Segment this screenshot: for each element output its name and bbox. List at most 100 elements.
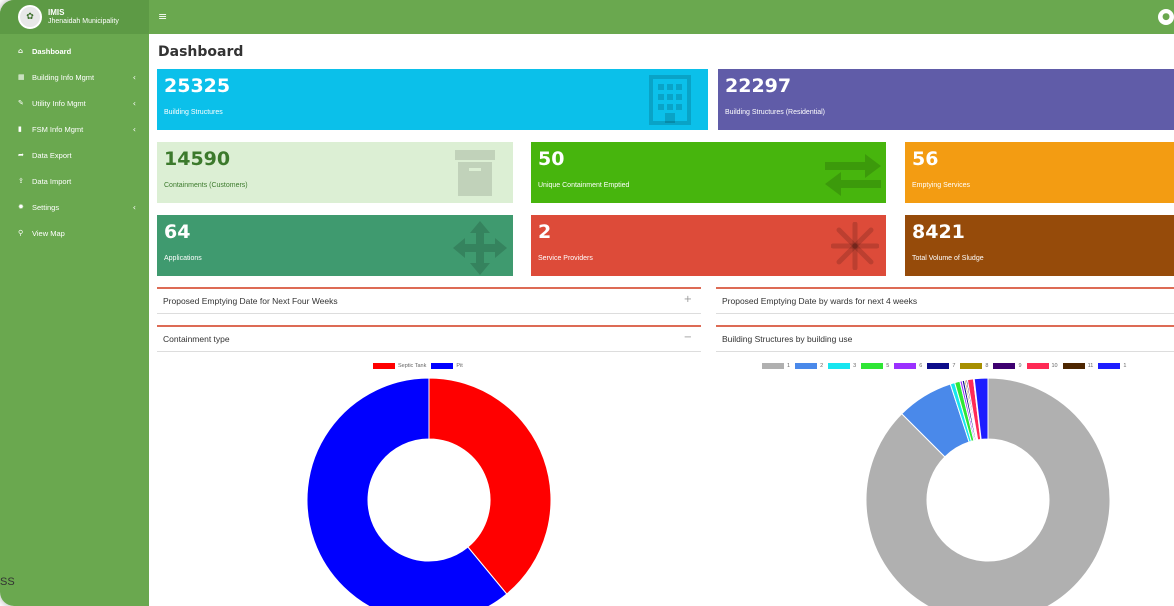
stat-box-building-structures: 25325 Building Structures <box>157 69 708 130</box>
sidebar-item-label: Utility Info Mgmt <box>32 98 86 108</box>
panel-building-use: Building Structures by building use <box>716 325 1174 352</box>
user-icon[interactable]: ● <box>1158 9 1174 25</box>
sidebar-item-data-export[interactable]: ➦ Data Export <box>0 142 149 168</box>
legend-item[interactable]: 8 <box>960 363 988 369</box>
legend-item[interactable]: 11 <box>1062 363 1094 369</box>
panel-title: Proposed Emptying Date by wards for next… <box>722 296 918 306</box>
legend-swatch <box>762 363 784 369</box>
gear-icon: ✹ <box>18 203 24 211</box>
stat-value: 14590 <box>164 148 231 170</box>
stat-value: 56 <box>912 148 939 170</box>
top-navbar: ≡ ● <box>149 0 1174 34</box>
panel-proposed-by-wards: Proposed Emptying Date by wards for next… <box>716 287 1174 314</box>
legend-item[interactable]: 6 <box>894 363 922 369</box>
wrench-icon: ✎ <box>18 99 24 107</box>
stat-value: 25325 <box>164 75 231 97</box>
legend-swatch <box>373 363 395 369</box>
legend-item[interactable]: Septic Tank <box>373 363 426 369</box>
stat-box-total-volume-sludge: 8421 Total Volume of Sludge <box>905 215 1174 276</box>
legend-swatch <box>828 363 851 369</box>
legend-label: 6 <box>919 363 923 369</box>
sidebar-item-label: Building Info Mgmt <box>32 72 95 82</box>
sidebar-item-view-map[interactable]: ⚲ View Map <box>0 220 149 246</box>
legend-swatch <box>795 363 818 369</box>
brand-subtitle: Jhenaidah Municipality <box>48 18 119 25</box>
legend-label: 9 <box>1018 363 1022 369</box>
collapse-button[interactable]: − <box>684 332 692 343</box>
legend-label: 1 <box>1123 363 1127 369</box>
brand-text: IMIS Jhenaidah Municipality <box>48 8 119 26</box>
legend-item[interactable]: 7 <box>927 363 955 369</box>
stat-box-unique-containment-emptied: 50 Unique Containment Emptied <box>531 142 886 203</box>
chevron-left-icon: ‹ <box>132 202 136 212</box>
stat-box-applications: 64 Applications <box>157 215 513 276</box>
legend-label: 10 <box>1051 363 1058 369</box>
chart-legend-containment: Septic Tank Pit <box>373 363 468 369</box>
share-icon: ➦ <box>18 151 24 159</box>
panel-title: Building Structures by building use <box>722 334 853 344</box>
chart-legend-building-use: 1 2 3 5 6 7 8 9 10 11 1 <box>762 363 1131 369</box>
legend-label: 2 <box>820 363 824 369</box>
chevron-left-icon: ‹ <box>132 72 136 82</box>
brand-title: IMIS <box>48 8 65 17</box>
panel-proposed-four-weeks: Proposed Emptying Date for Next Four Wee… <box>157 287 701 314</box>
legend-item[interactable]: 9 <box>993 363 1022 369</box>
stat-label: Unique Containment Emptied <box>538 182 630 189</box>
building-icon <box>649 75 691 125</box>
stat-box-emptying-services: 56 Emptying Services <box>905 142 1174 203</box>
page-title: Dashboard <box>158 44 244 60</box>
sidebar-item-label: FSM Info Mgmt <box>32 124 84 134</box>
legend-item[interactable]: Pit <box>431 363 463 369</box>
sidebar-item-label: Data Export <box>32 150 72 160</box>
home-icon: ⌂ <box>18 47 24 55</box>
sidebar-item-utility-info[interactable]: ✎ Utility Info Mgmt ‹ <box>0 90 149 116</box>
move-arrows-icon <box>453 221 507 275</box>
panel-containment-type: Containment type − <box>157 325 701 352</box>
legend-label: 1 <box>787 363 791 369</box>
sidebar: ✿ IMIS Jhenaidah Municipality ⌂ Dashboar… <box>0 0 149 606</box>
municipality-seal-icon: ✿ <box>18 5 42 29</box>
stat-box-service-providers: 2 Service Providers <box>531 215 886 276</box>
expand-button[interactable]: + <box>684 294 692 305</box>
brand[interactable]: ✿ IMIS Jhenaidah Municipality <box>0 0 149 34</box>
archive-box-icon <box>455 150 495 196</box>
upload-icon: ⇪ <box>18 177 24 185</box>
stat-label: Building Structures (Residential) <box>725 109 825 116</box>
corner-text: SS <box>0 576 15 588</box>
legend-item[interactable]: 10 <box>1026 363 1058 369</box>
stat-label: Building Structures <box>164 109 223 116</box>
sidebar-item-data-import[interactable]: ⇪ Data Import <box>0 168 149 194</box>
stat-box-containments: 14590 Containments (Customers) <box>157 142 513 203</box>
legend-swatch <box>894 363 917 369</box>
chevron-left-icon: ‹ <box>132 98 136 108</box>
building-icon: ▦ <box>18 73 25 81</box>
legend-item[interactable]: 1 <box>1098 363 1126 369</box>
sidebar-nav: ⌂ Dashboard ▦ Building Info Mgmt ‹ ✎ Uti… <box>0 38 149 246</box>
sidebar-item-dashboard[interactable]: ⌂ Dashboard <box>0 38 149 64</box>
legend-label: 11 <box>1087 363 1094 369</box>
legend-item[interactable]: 2 <box>795 363 823 369</box>
stat-value: 8421 <box>912 221 965 243</box>
stat-label: Emptying Services <box>912 182 970 189</box>
stat-box-building-structures-residential: 22297 Building Structures (Residential) <box>718 69 1174 130</box>
legend-item[interactable]: 5 <box>861 363 889 369</box>
sidebar-item-label: Dashboard <box>32 46 72 56</box>
file-icon: ▮ <box>18 125 22 133</box>
sidebar-item-building-info[interactable]: ▦ Building Info Mgmt ‹ <box>0 64 149 90</box>
sidebar-item-label: View Map <box>32 228 65 238</box>
hamburger-icon[interactable]: ≡ <box>158 10 167 23</box>
legend-item[interactable]: 3 <box>828 363 856 369</box>
sidebar-item-label: Settings <box>32 202 60 212</box>
legend-swatch <box>1098 363 1121 369</box>
legend-label: 7 <box>952 363 956 369</box>
sidebar-item-settings[interactable]: ✹ Settings ‹ <box>0 194 149 220</box>
map-marker-icon: ⚲ <box>18 229 24 237</box>
stat-value: 50 <box>538 148 565 170</box>
snowflake-icon <box>831 222 879 270</box>
sidebar-item-fsm-info[interactable]: ▮ FSM Info Mgmt ‹ <box>0 116 149 142</box>
stat-value: 64 <box>164 221 191 243</box>
legend-label: 8 <box>985 363 989 369</box>
legend-swatch <box>1062 363 1085 369</box>
legend-item[interactable]: 1 <box>762 363 790 369</box>
stat-label: Total Volume of Sludge <box>912 255 984 262</box>
